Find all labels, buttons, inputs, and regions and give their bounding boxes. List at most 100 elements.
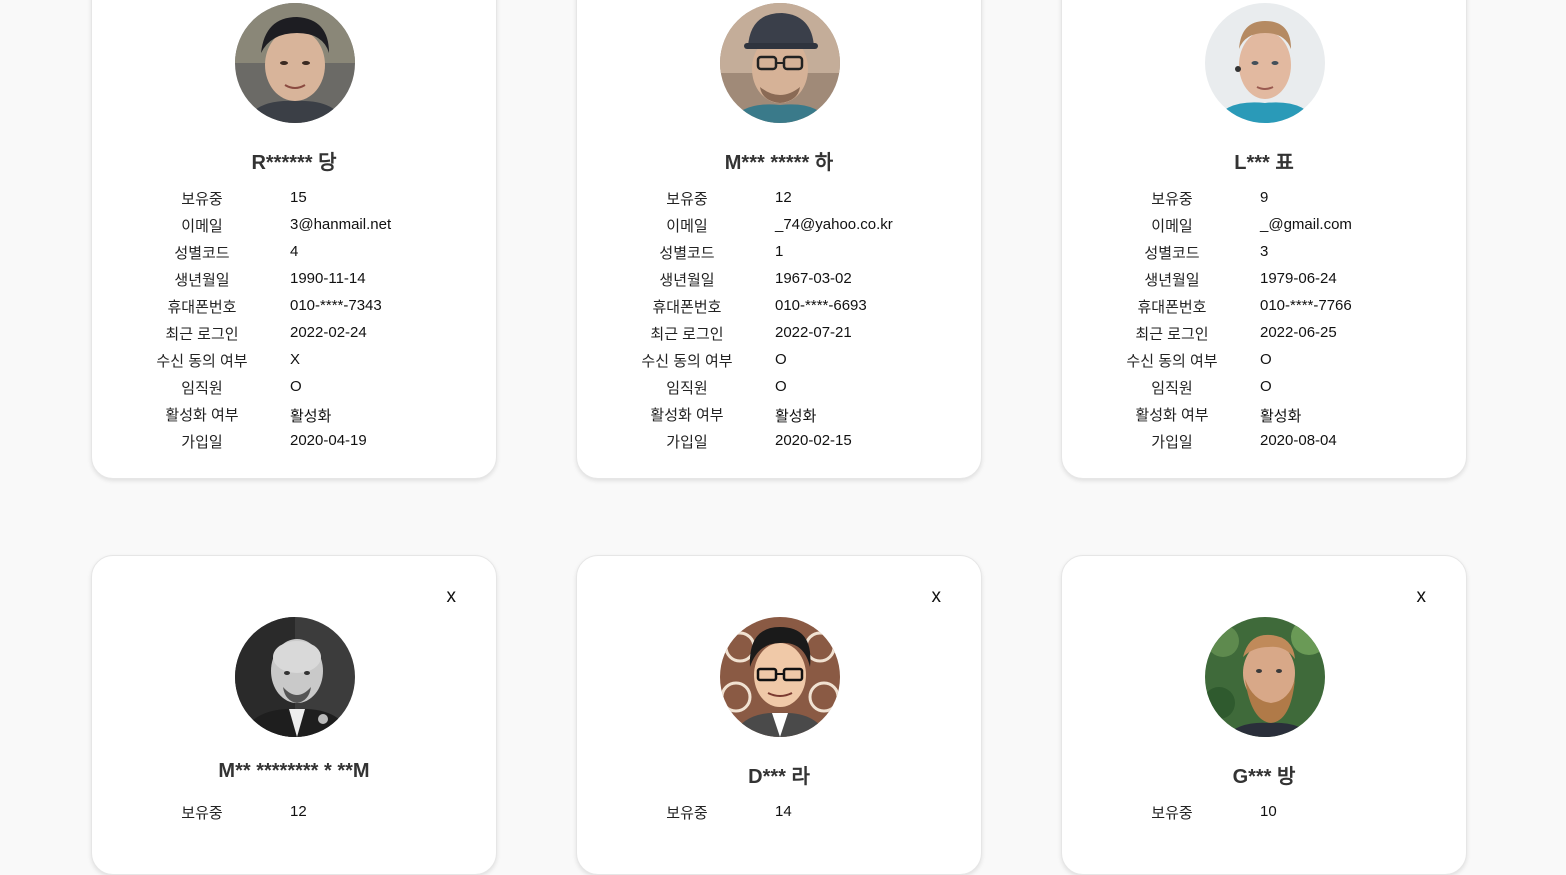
info-label: 성별코드 (1144, 245, 1200, 262)
info-value: _@gmail.com (1260, 216, 1352, 233)
info-label: 최근 로그인 (1135, 326, 1209, 343)
info-value: 3 (1260, 243, 1269, 260)
info-label: 보유중 (1151, 191, 1193, 208)
info-label: 수신 동의 여부 (1126, 353, 1218, 370)
info-value: 2020-04-19 (290, 432, 367, 449)
user-name: M*** ***** 하 (724, 152, 834, 174)
user-card: M*** ***** 하 보유중 12 이메일 _74@yahoo.co.kr 성별… (576, 0, 982, 479)
info-row-joined: 가입일 2020-08-04 (1062, 431, 1466, 458)
info-value: 2022-02-24 (290, 324, 367, 341)
avatar (720, 617, 840, 737)
info-value: 2022-06-25 (1260, 324, 1337, 341)
info-row-holdings: 보유중 12 (577, 188, 981, 215)
info-row-last-login: 최근 로그인 2022-07-21 (577, 323, 981, 350)
info-row-phone: 휴대폰번호 010-****-7343 (92, 296, 496, 323)
info-label: 가입일 (666, 434, 708, 451)
info-value: X (290, 351, 301, 368)
info-row-holdings: 보유중 12 (92, 802, 496, 829)
info-label: 보유중 (181, 191, 223, 208)
user-name: R****** 당 (251, 152, 337, 174)
info-row-email: 이메일 _@gmail.com (1062, 215, 1466, 242)
close-button[interactable]: x (1417, 586, 1427, 608)
avatar (720, 3, 840, 123)
info-label: 휴대폰번호 (1137, 299, 1207, 316)
info-label: 이메일 (1151, 218, 1193, 235)
info-value: 12 (775, 189, 792, 206)
info-row-last-login: 최근 로그인 2022-06-25 (1062, 323, 1466, 350)
user-card: L*** 표 보유중 9 이메일 _@gmail.com 성별코드 3 생년월일 197… (1061, 0, 1467, 479)
info-label: 보유중 (181, 805, 223, 822)
info-row-phone: 휴대폰번호 010-****-7766 (1062, 296, 1466, 323)
info-row-active: 활성화 여부 활성화 (577, 404, 981, 431)
avatar (235, 3, 355, 123)
info-row-email: 이메일 _74@yahoo.co.kr (577, 215, 981, 242)
user-name: D*** 라 (748, 766, 810, 788)
info-value: 2022-07-21 (775, 324, 852, 341)
info-label: 활성화 여부 (165, 407, 239, 424)
user-card: x D*** 라 보유중 14 (576, 555, 982, 875)
avatar (1205, 3, 1325, 123)
info-row-employee: 임직원 O (1062, 377, 1466, 404)
info-label: 가입일 (1151, 434, 1193, 451)
avatar (1205, 617, 1325, 737)
info-label: 이메일 (666, 218, 708, 235)
info-value: 10 (1260, 803, 1277, 820)
info-value: 14 (775, 803, 792, 820)
info-label: 최근 로그인 (165, 326, 239, 343)
user-card: x M** ******** * **M 보유중 12 (91, 555, 497, 875)
info-value: 1990-11-14 (290, 270, 366, 287)
info-value: 1967-03-02 (775, 270, 852, 287)
info-label: 보유중 (1151, 805, 1193, 822)
info-value: _74@yahoo.co.kr (775, 216, 893, 233)
info-row-birth-date: 생년월일 1967-03-02 (577, 269, 981, 296)
info-label: 생년월일 (1144, 272, 1200, 289)
user-info-list: 보유중 15 이메일 3@hanmail.net 성별코드 4 생년월일 1990-11… (92, 188, 496, 458)
info-value: 12 (290, 803, 307, 820)
info-value: 15 (290, 189, 307, 206)
info-label: 생년월일 (659, 272, 715, 289)
info-label: 생년월일 (174, 272, 230, 289)
info-row-phone: 휴대폰번호 010-****-6693 (577, 296, 981, 323)
user-card: x G*** 방 보유중 10 (1061, 555, 1467, 875)
info-label: 휴대폰번호 (652, 299, 722, 316)
user-info-list: 보유중 12 이메일 _74@yahoo.co.kr 성별코드 1 생년월일 1967-… (577, 188, 981, 458)
info-label: 활성화 여부 (650, 407, 724, 424)
info-value: 활성화 (290, 408, 332, 425)
info-value: 1 (775, 243, 784, 260)
info-row-consent: 수신 동의 여부 X (92, 350, 496, 377)
info-row-consent: 수신 동의 여부 O (577, 350, 981, 377)
info-row-gender-code: 성별코드 4 (92, 242, 496, 269)
info-value: O (775, 378, 787, 395)
info-label: 임직원 (666, 380, 708, 397)
info-label: 보유중 (666, 805, 708, 822)
info-row-active: 활성화 여부 활성화 (92, 404, 496, 431)
close-button[interactable]: x (932, 586, 942, 608)
info-label: 임직원 (181, 380, 223, 397)
info-value: 010-****-7766 (1260, 297, 1352, 314)
info-value: O (775, 351, 787, 368)
user-info-list: 보유중 10 (1062, 802, 1466, 829)
info-row-holdings: 보유중 9 (1062, 188, 1466, 215)
avatar (235, 617, 355, 737)
info-row-active: 활성화 여부 활성화 (1062, 404, 1466, 431)
info-value: 010-****-6693 (775, 297, 867, 314)
info-label: 임직원 (1151, 380, 1193, 397)
info-value: 활성화 (775, 408, 817, 425)
close-button[interactable]: x (447, 586, 457, 608)
info-row-birth-date: 생년월일 1990-11-14 (92, 269, 496, 296)
info-value: O (1260, 378, 1272, 395)
user-card: R****** 당 보유중 15 이메일 3@hanmail.net 성별코드 4 생… (91, 0, 497, 479)
info-row-holdings: 보유중 10 (1062, 802, 1466, 829)
info-label: 수신 동의 여부 (156, 353, 248, 370)
info-label: 성별코드 (659, 245, 715, 262)
info-value: 010-****-7343 (290, 297, 382, 314)
info-row-holdings: 보유중 15 (92, 188, 496, 215)
info-value: 4 (290, 243, 299, 260)
info-row-employee: 임직원 O (577, 377, 981, 404)
user-name: L*** 표 (1234, 152, 1294, 174)
info-label: 보유중 (666, 191, 708, 208)
info-row-joined: 가입일 2020-04-19 (92, 431, 496, 458)
info-value: 2020-08-04 (1260, 432, 1337, 449)
info-label: 수신 동의 여부 (641, 353, 733, 370)
info-row-holdings: 보유중 14 (577, 802, 981, 829)
